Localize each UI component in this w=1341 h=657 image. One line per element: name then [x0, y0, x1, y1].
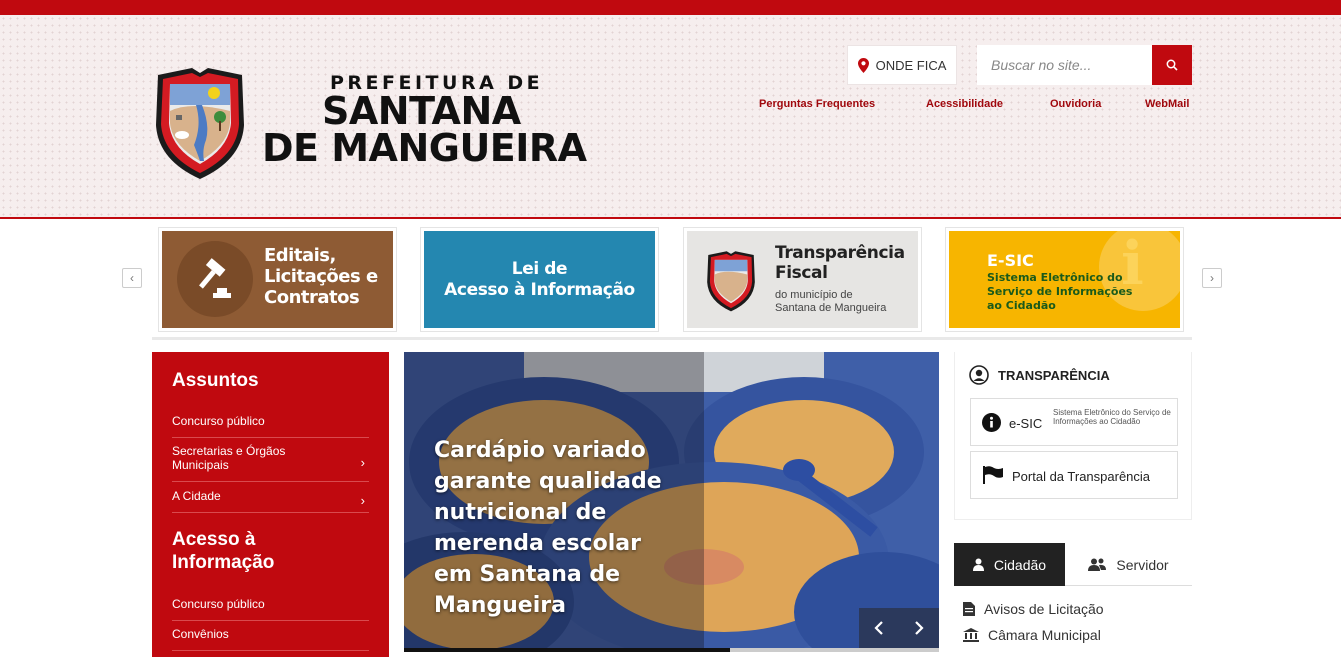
banner-lai-line2: Acesso à Informação — [444, 280, 635, 300]
banner-esic-line2: Sistema Eletrônico do — [987, 271, 1123, 284]
banner-editais[interactable]: Editais, Licitações e Contratos — [158, 227, 397, 332]
list-item-camara-municipal[interactable]: Câmara Municipal — [963, 627, 1101, 643]
info-icon — [982, 413, 1001, 432]
chevron-left-icon — [874, 621, 883, 635]
tab-cidadao-label: Cidadão — [993, 556, 1047, 573]
news-slider[interactable]: Cardápio variado garante qualidade nutri… — [404, 352, 939, 652]
sidebar-item-secretarias[interactable]: Secretarias e Órgãos Municipais › — [172, 444, 369, 482]
user-circle-icon — [969, 365, 989, 385]
list-item-label: Câmara Municipal — [988, 627, 1101, 643]
top-accent-bar — [0, 0, 1341, 15]
sidebar-heading-assuntos: Assuntos — [172, 370, 259, 391]
banner-fiscal-line1: Transparência — [775, 243, 905, 263]
search-input[interactable] — [977, 45, 1152, 85]
slide-prev-button[interactable] — [859, 608, 899, 648]
logo-line-santana: SANTANA — [322, 89, 521, 133]
link-perguntas-frequentes[interactable]: Perguntas Frequentes — [759, 98, 875, 110]
flag-icon — [983, 466, 1003, 484]
sidebar-item-label: Secretarias e Órgãos Municipais — [172, 444, 286, 472]
search-button[interactable] — [1152, 45, 1192, 85]
esic-button[interactable]: e-SIC Sistema Eletrônico do Serviço de I… — [970, 398, 1178, 446]
slide-headline[interactable]: Cardápio variado garante qualidade nutri… — [434, 435, 674, 621]
search-icon — [1166, 59, 1178, 71]
city-coat-of-arms-icon[interactable] — [152, 65, 248, 181]
transparencia-heading: TRANSPARÊNCIA — [969, 365, 1110, 385]
portal-transparencia-button[interactable]: Portal da Transparência — [970, 451, 1178, 499]
banner-esic-bg: i E-SIC Sistema Eletrônico do Serviço de… — [949, 231, 1180, 328]
document-icon — [963, 602, 975, 616]
banner-carousel: ‹ Editais, Licitações e Contratos Lei de… — [0, 222, 1341, 340]
banner-lei-acesso[interactable]: Lei de Acesso à Informação — [420, 227, 659, 332]
transparencia-title: TRANSPARÊNCIA — [998, 367, 1110, 383]
portal-transparencia-label: Portal da Transparência — [1012, 469, 1151, 484]
sidebar-item-label: A Cidade — [172, 489, 221, 503]
list-item-label: Avisos de Licitação — [984, 601, 1104, 617]
sidebar-item-concurso-2[interactable]: Concurso público — [172, 597, 369, 621]
chevron-right-icon: › — [1210, 271, 1214, 285]
banner-divider — [152, 337, 1192, 340]
banner-fiscal-line2: Fiscal — [775, 263, 828, 283]
sidebar-item-label: Concurso público — [172, 414, 265, 428]
institution-icon — [963, 628, 979, 642]
carousel-next-button[interactable]: › — [1202, 268, 1222, 288]
esic-label: e-SIC — [1009, 416, 1043, 431]
chevron-right-icon: › — [360, 492, 365, 508]
sidebar-item-concurso[interactable]: Concurso público — [172, 414, 369, 438]
gavel-icon — [177, 241, 253, 317]
transparencia-panel: TRANSPARÊNCIA e-SIC Sistema Eletrônico d… — [954, 352, 1192, 520]
chevron-left-icon: ‹ — [130, 271, 134, 285]
link-ouvidoria[interactable]: Ouvidoria — [1050, 98, 1101, 110]
slide-next-button[interactable] — [899, 608, 939, 648]
sidebar-item-label: Concurso público — [172, 597, 265, 611]
banner-editais-line1: Editais, — [264, 245, 336, 266]
user-icon — [972, 558, 984, 571]
banner-fiscal-line3: do município de — [775, 289, 853, 301]
slide-progress-track — [404, 648, 939, 652]
list-item-avisos-licitacao[interactable]: Avisos de Licitação — [963, 601, 1104, 617]
banner-lai-bg: Lei de Acesso à Informação — [424, 231, 655, 328]
banner-esic-line1: E-SIC — [987, 251, 1034, 270]
tab-servidor-label: Servidor — [1116, 556, 1169, 573]
chevron-right-icon: › — [360, 454, 365, 470]
users-icon — [1088, 558, 1107, 571]
chevron-right-icon — [915, 621, 924, 635]
sidebar-item-convenios[interactable]: Convênios — [172, 627, 369, 651]
banner-editais-line3: Contratos — [264, 287, 360, 308]
banner-fiscal-bg: Transparência Fiscal do município de San… — [687, 231, 918, 328]
onde-fica-label: ONDE FICA — [875, 57, 947, 73]
tab-cidadao[interactable]: Cidadão — [954, 543, 1065, 586]
logo-line-mangueira: DE MANGUEIRA — [262, 126, 587, 170]
banner-editais-line2: Licitações e — [264, 266, 378, 287]
banner-transparencia-fiscal[interactable]: Transparência Fiscal do município de San… — [683, 227, 922, 332]
map-pin-icon — [857, 57, 869, 73]
link-acessibilidade[interactable]: Acessibilidade — [926, 98, 1003, 110]
onde-fica-button[interactable]: ONDE FICA — [847, 45, 957, 85]
site-logo-wordmark[interactable]: PREFEITURA DE SANTANA DE MANGUEIRA — [262, 73, 622, 167]
site-header: PREFEITURA DE SANTANA DE MANGUEIRA ONDE … — [0, 15, 1341, 219]
banner-esic-line3: Serviço de Informações — [987, 285, 1133, 298]
carousel-prev-button[interactable]: ‹ — [122, 268, 142, 288]
banner-editais-bg: Editais, Licitações e Contratos — [162, 231, 393, 328]
link-webmail[interactable]: WebMail — [1145, 98, 1189, 110]
banner-esic-line4: ao Cidadão — [987, 299, 1056, 312]
coat-of-arms-small-icon — [707, 251, 755, 312]
sidebar-item-a-cidade[interactable]: A Cidade › — [172, 489, 369, 513]
audience-tabs: Cidadão Servidor — [954, 543, 1192, 586]
sidebar-heading-acesso: Acesso à Informação — [172, 529, 275, 573]
esic-description: Sistema Eletrônico do Serviço de Informa… — [1053, 408, 1171, 426]
slide-progress-fill — [404, 648, 731, 652]
banner-fiscal-line4: Santana de Mangueira — [775, 302, 887, 314]
banner-esic[interactable]: i E-SIC Sistema Eletrônico do Serviço de… — [945, 227, 1184, 332]
banner-lai-line1: Lei de — [511, 259, 568, 279]
sidebar-assuntos: Assuntos Concurso público Secretarias e … — [152, 352, 389, 657]
sidebar-item-label: Convênios — [172, 627, 229, 641]
tab-servidor[interactable]: Servidor — [1065, 543, 1192, 586]
